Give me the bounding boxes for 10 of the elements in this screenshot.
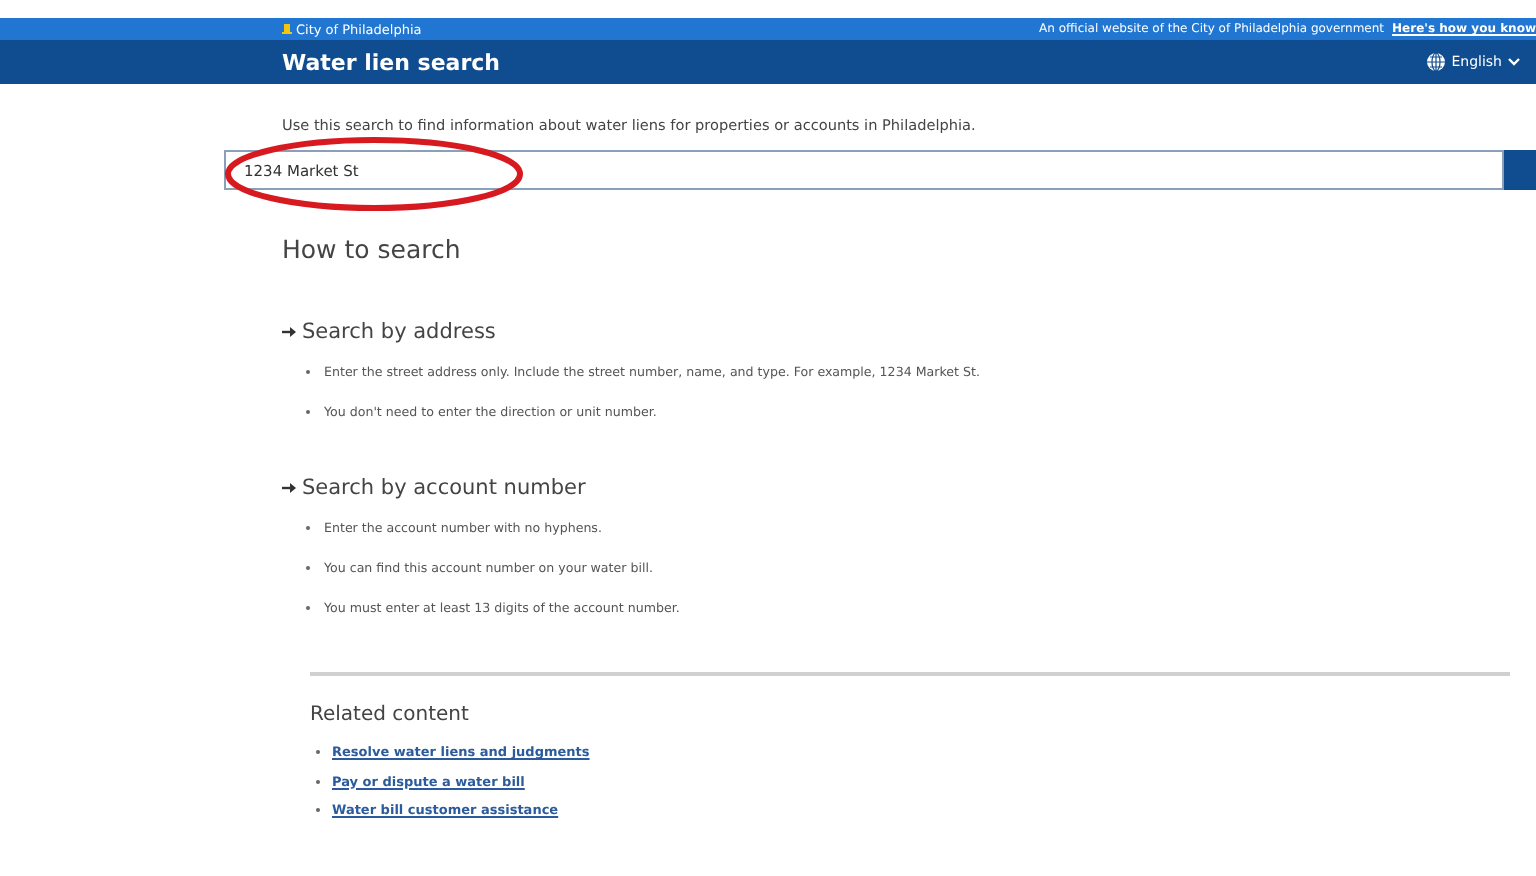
subsection-heading: Search by address — [302, 320, 496, 344]
globe-icon — [1425, 52, 1446, 72]
chevron-down-icon — [1508, 58, 1520, 66]
page-title: Water lien search — [282, 49, 501, 75]
section-heading: How to search — [282, 234, 463, 264]
arrow-right-icon — [282, 482, 296, 494]
related-heading: Related content — [310, 704, 471, 726]
arrow-right-icon — [282, 326, 296, 338]
subsection-heading: Search by account number — [302, 476, 586, 500]
search-button[interactable] — [1504, 150, 1536, 190]
